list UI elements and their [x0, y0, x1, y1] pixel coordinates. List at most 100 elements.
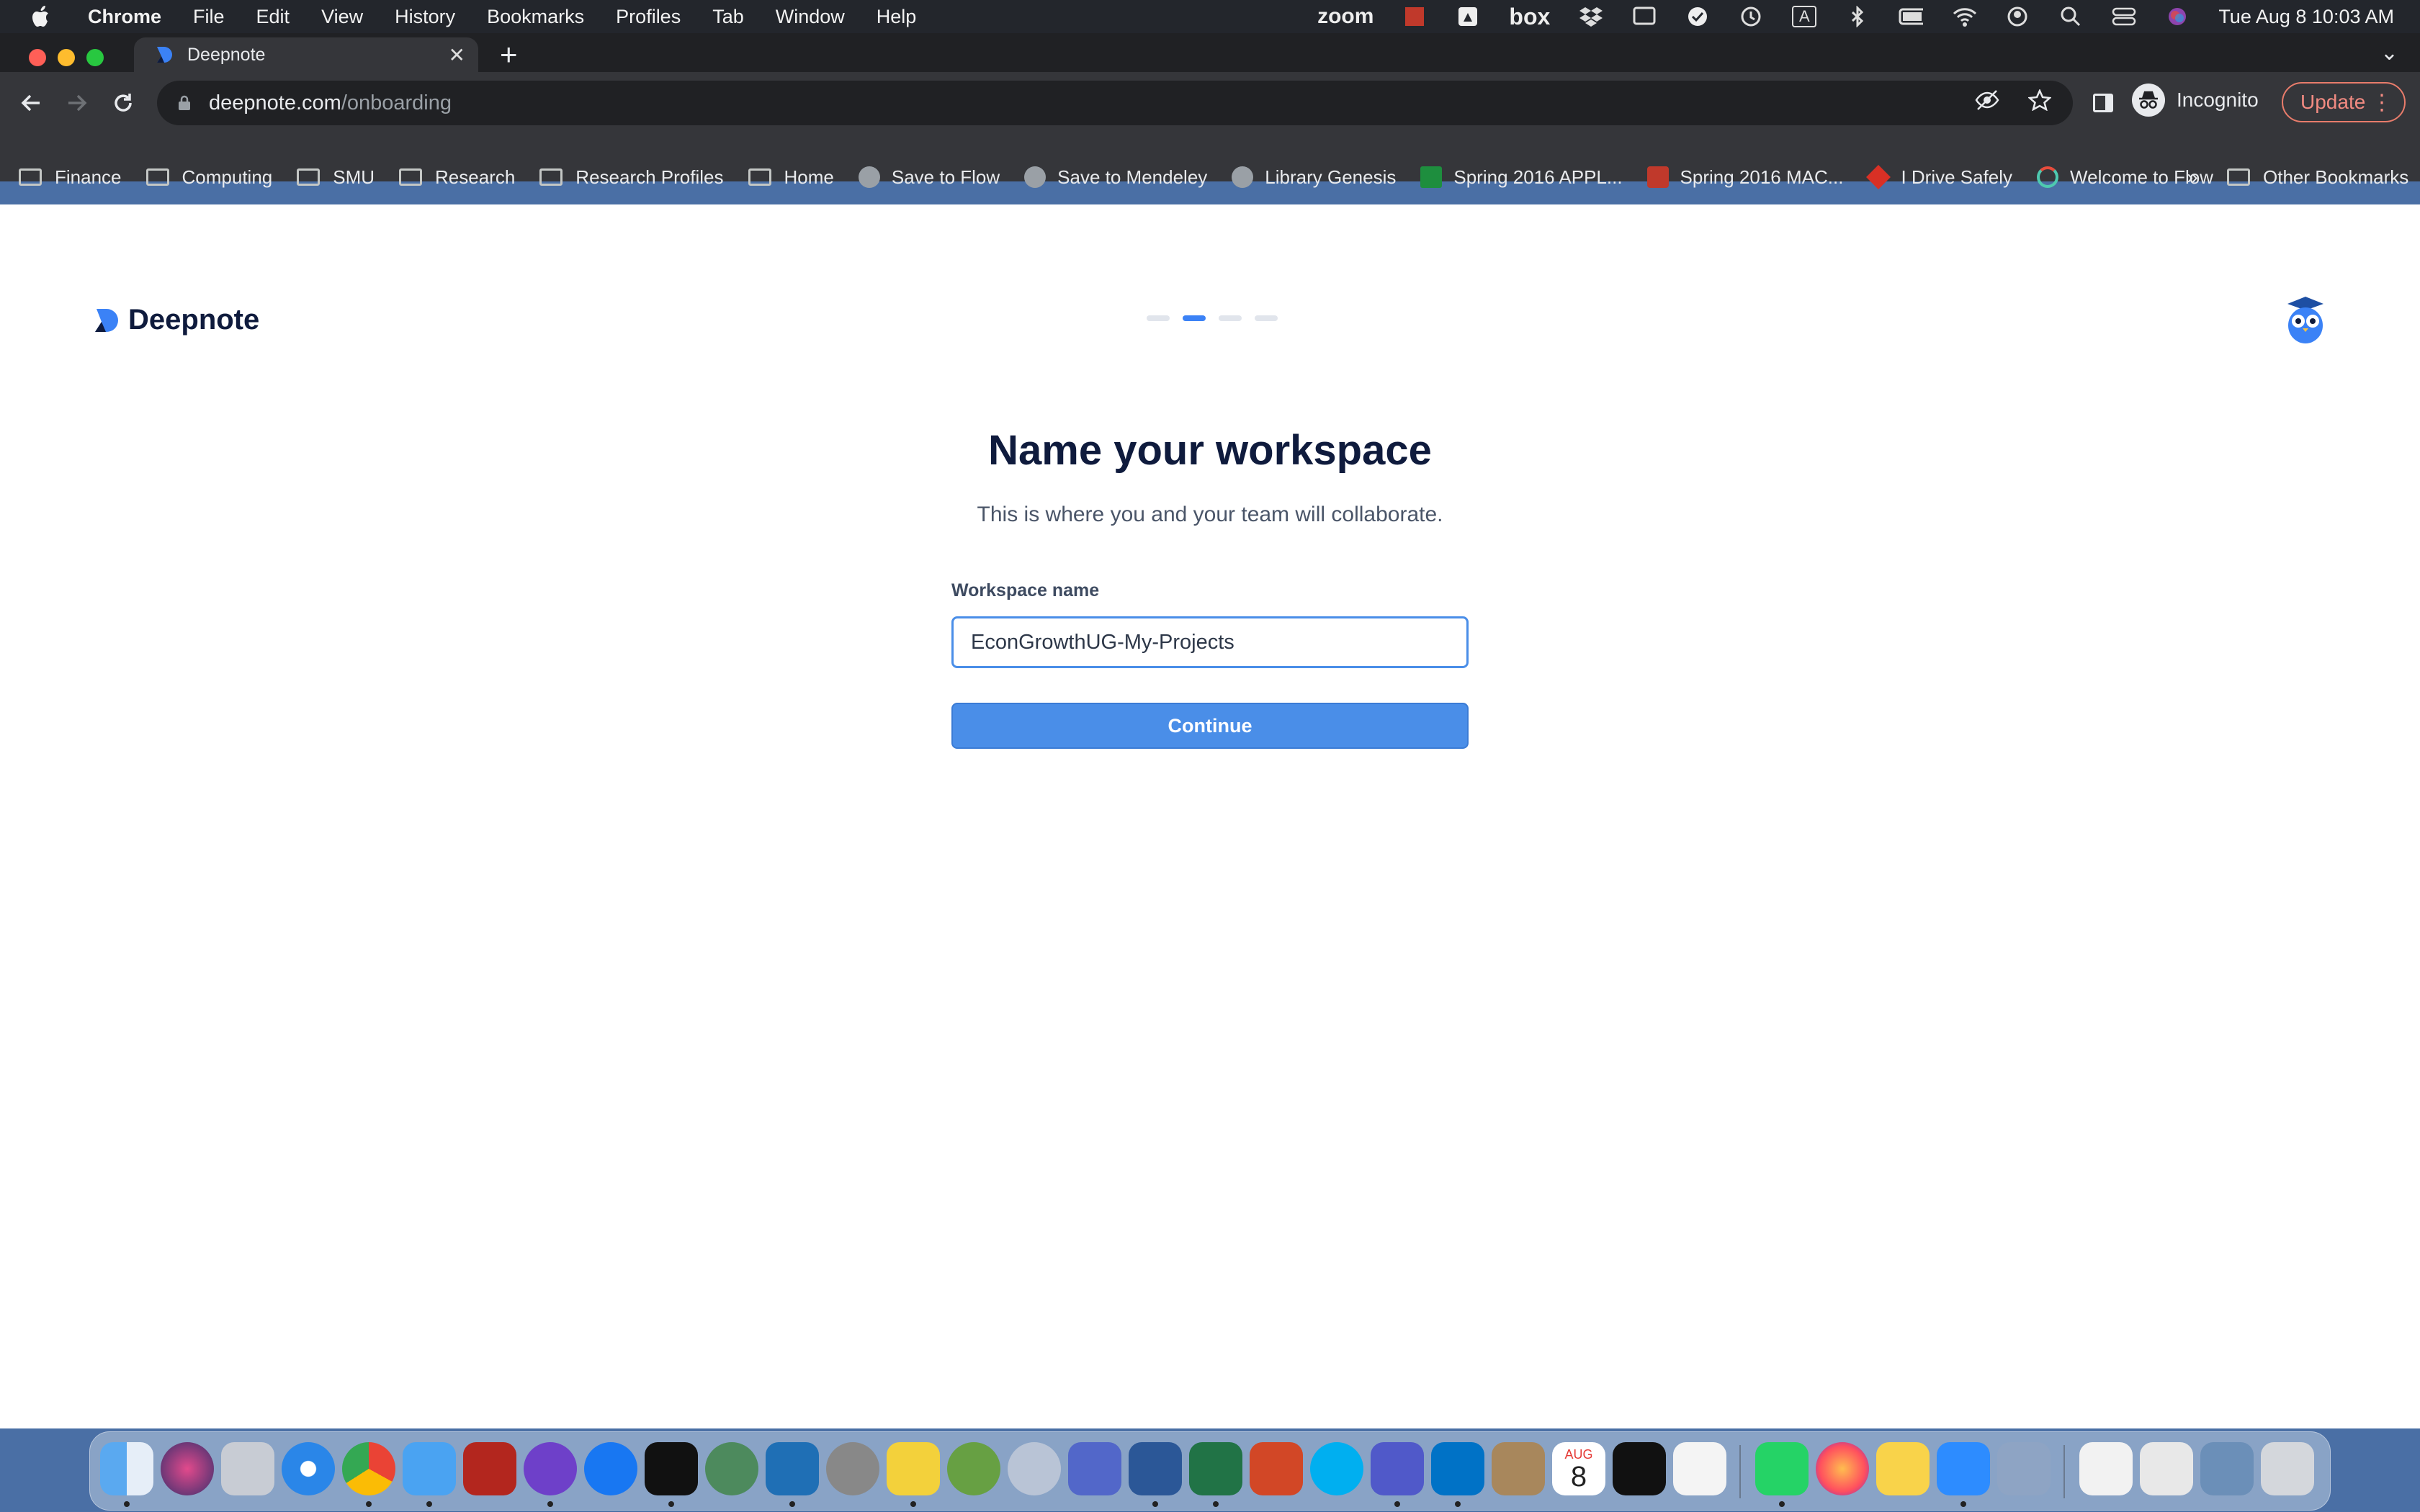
downloads-stack-icon[interactable]	[2200, 1442, 2254, 1495]
qgis-icon[interactable]	[947, 1442, 1000, 1495]
zoom-status-icon[interactable]: zoom	[1317, 4, 1373, 29]
bookmark-research-profiles[interactable]: Research Profiles	[539, 166, 724, 189]
safari-icon[interactable]	[282, 1442, 335, 1495]
back-arrow-icon[interactable]	[13, 85, 49, 121]
tab-search-chevron-icon[interactable]: ⌄	[2380, 40, 2398, 66]
r-icon[interactable]	[1008, 1442, 1061, 1495]
bookmark-smu[interactable]: SMU	[297, 166, 375, 189]
document-icon[interactable]	[2140, 1442, 2193, 1495]
lock-icon[interactable]	[176, 94, 193, 112]
bookmark-i-drive-safely[interactable]: I Drive Safely	[1866, 165, 2012, 189]
bookmark-home[interactable]: Home	[748, 166, 834, 189]
dropbox-status-icon[interactable]	[1579, 6, 1603, 27]
teams-icon[interactable]	[1371, 1442, 1424, 1495]
menu-bookmarks[interactable]: Bookmarks	[471, 6, 600, 28]
apple-menu-icon[interactable]	[27, 2, 56, 31]
incognito-profile-button[interactable]: Incognito	[2132, 84, 2259, 117]
control-center-icon[interactable]	[2112, 6, 2136, 27]
menu-bar-clock[interactable]: Tue Aug 8 10:03 AM	[2218, 6, 2394, 28]
bookmark-library-genesis[interactable]: Library Genesis	[1232, 166, 1396, 189]
other-bookmarks[interactable]: Other Bookmarks	[2227, 166, 2408, 189]
owl-avatar-icon[interactable]	[2283, 295, 2328, 344]
calendar-icon[interactable]: AUG 8	[1552, 1442, 1605, 1495]
vnc-document-icon[interactable]	[2079, 1442, 2133, 1495]
wifi-icon[interactable]	[1952, 6, 1977, 27]
address-bar[interactable]: deepnote.com/onboarding	[157, 81, 2073, 125]
window-zoom-button[interactable]	[86, 49, 104, 66]
launchpad-icon[interactable]	[221, 1442, 274, 1495]
new-tab-button[interactable]: +	[500, 37, 518, 72]
chrome-icon[interactable]	[342, 1442, 395, 1495]
deepnote-logo[interactable]: Deepnote	[89, 304, 259, 336]
menu-profiles[interactable]: Profiles	[600, 6, 696, 28]
bookmark-spring-2016-appl[interactable]: Spring 2016 APPL...	[1420, 166, 1623, 189]
bookmark-spring-2016-mac[interactable]: Spring 2016 MAC...	[1646, 166, 1843, 189]
freeform-icon[interactable]	[1673, 1442, 1726, 1495]
siri-icon[interactable]	[2165, 6, 2190, 27]
finder-icon[interactable]	[100, 1442, 153, 1495]
screen-sharing-icon[interactable]	[1997, 1442, 2051, 1495]
tracking-protection-eye-icon[interactable]	[1975, 89, 1999, 117]
vscode-icon[interactable]	[766, 1442, 819, 1495]
bookmark-computing[interactable]: Computing	[145, 166, 272, 189]
contacts-icon[interactable]	[1492, 1442, 1545, 1495]
window-close-button[interactable]	[29, 49, 46, 66]
outlook-icon[interactable]	[1431, 1442, 1484, 1495]
menu-tab[interactable]: Tab	[696, 6, 760, 28]
menu-history[interactable]: History	[379, 6, 471, 28]
menu-app-name[interactable]: Chrome	[72, 6, 177, 28]
more-menu-icon[interactable]: ⋮	[2371, 90, 2393, 115]
whatsapp-icon[interactable]	[1755, 1442, 1809, 1495]
tab-close-icon[interactable]: ✕	[449, 43, 465, 67]
bluetooth-icon[interactable]	[1845, 6, 1870, 27]
notes-pencil-icon[interactable]	[887, 1442, 940, 1495]
tex-icon[interactable]	[826, 1442, 879, 1495]
side-panel-icon[interactable]	[2093, 94, 2113, 112]
mail-icon[interactable]	[403, 1442, 456, 1495]
siri-app-icon[interactable]	[161, 1442, 214, 1495]
battery-icon[interactable]	[1899, 6, 1924, 27]
red-app-status-icon[interactable]	[1402, 6, 1427, 27]
apple-tv-icon[interactable]	[1613, 1442, 1666, 1495]
menu-edit[interactable]: Edit	[241, 6, 306, 28]
reload-icon[interactable]	[105, 85, 141, 121]
maps-pin-icon[interactable]	[584, 1442, 637, 1495]
window-minimize-button[interactable]	[58, 49, 75, 66]
bookmark-save-to-mendeley[interactable]: Save to Mendeley	[1024, 166, 1207, 189]
stata-icon[interactable]	[1068, 1442, 1121, 1495]
menu-view[interactable]: View	[305, 6, 379, 28]
input-source-icon[interactable]: A	[1792, 6, 1817, 27]
bookmark-research[interactable]: Research	[399, 166, 515, 189]
github-desktop-icon[interactable]	[524, 1442, 577, 1495]
powerpoint-icon[interactable]	[1250, 1442, 1303, 1495]
menu-window[interactable]: Window	[760, 6, 861, 28]
screen-status-icon[interactable]	[1632, 6, 1657, 27]
cyberduck-icon[interactable]	[1876, 1442, 1930, 1495]
excel-icon[interactable]	[1189, 1442, 1242, 1495]
drive-status-icon[interactable]	[1456, 6, 1480, 27]
spotlight-search-icon[interactable]	[2058, 6, 2083, 27]
user-account-icon[interactable]	[2005, 6, 2030, 27]
time-machine-icon[interactable]	[1739, 6, 1763, 27]
skype-icon[interactable]	[1310, 1442, 1363, 1495]
word-icon[interactable]	[1129, 1442, 1182, 1495]
menu-file[interactable]: File	[177, 6, 241, 28]
bookmark-finance[interactable]: Finance	[19, 166, 122, 189]
bookmark-star-icon[interactable]	[2027, 88, 2053, 117]
firefox-icon[interactable]	[1816, 1442, 1869, 1495]
box-status-icon[interactable]: box	[1509, 4, 1550, 30]
tab-deepnote[interactable]: Deepnote ✕	[134, 37, 478, 72]
atom-icon[interactable]	[705, 1442, 758, 1495]
checkmark-status-icon[interactable]	[1685, 6, 1710, 27]
forward-arrow-icon[interactable]	[59, 85, 95, 121]
menu-help[interactable]: Help	[861, 6, 933, 28]
workspace-name-input[interactable]	[951, 616, 1469, 668]
continue-button[interactable]: Continue	[951, 703, 1469, 749]
bookmark-save-to-flow[interactable]: Save to Flow	[858, 166, 1000, 189]
acrobat-icon[interactable]	[463, 1442, 516, 1495]
zoom-app-icon[interactable]	[1937, 1442, 1990, 1495]
trash-icon[interactable]	[2261, 1442, 2314, 1495]
chrome-update-button[interactable]: Update ⋮	[2282, 82, 2406, 122]
terminal-icon[interactable]	[645, 1442, 698, 1495]
bookmarks-overflow-chevron-icon[interactable]: »	[2187, 166, 2198, 189]
